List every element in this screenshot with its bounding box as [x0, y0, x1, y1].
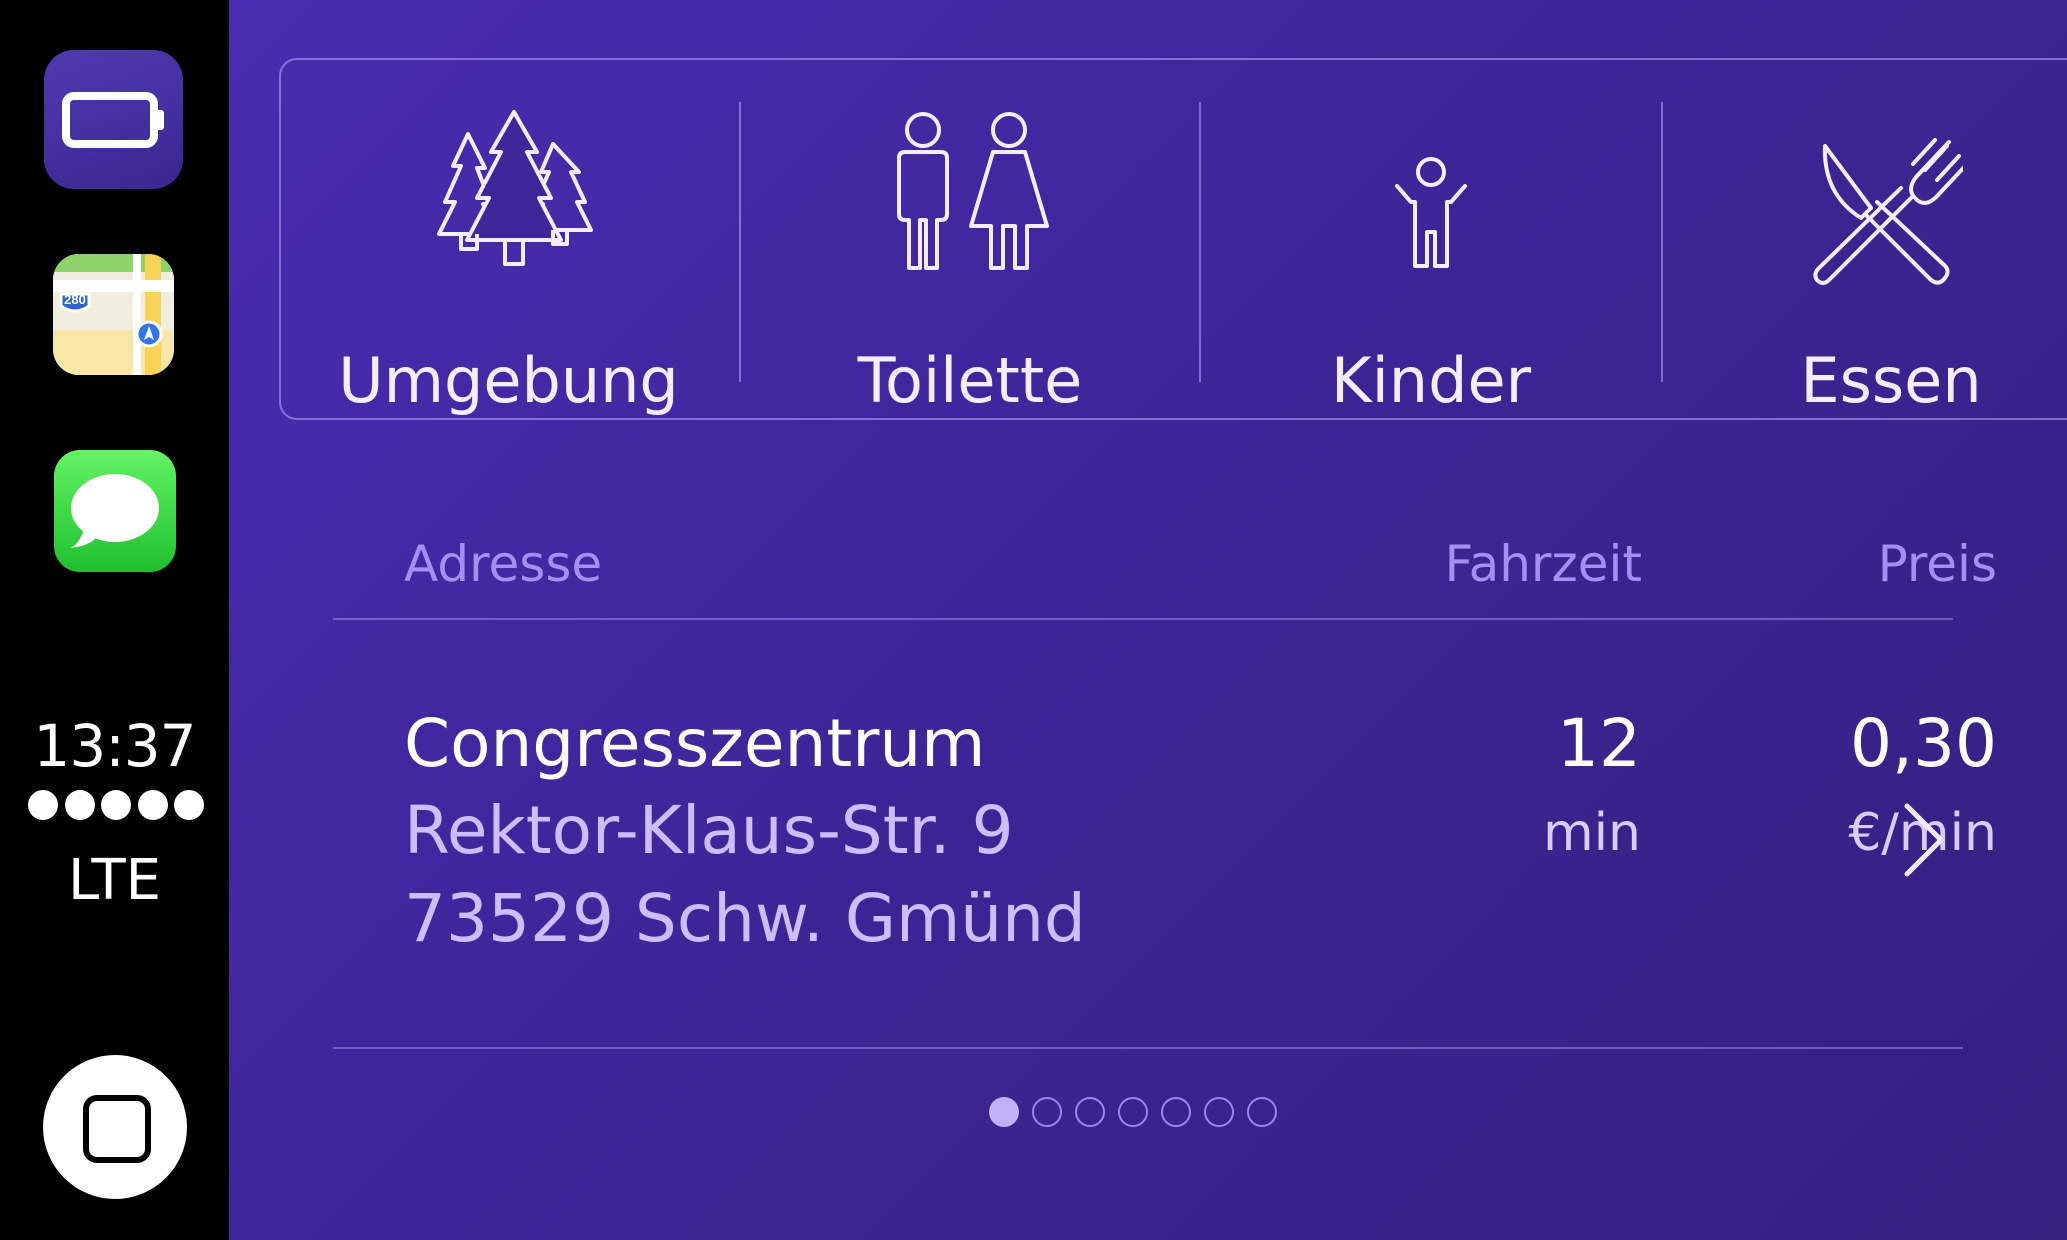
- home-button[interactable]: [43, 1055, 187, 1199]
- category-label: Toilette: [857, 344, 1083, 417]
- result-row[interactable]: Congresszentrum Rektor-Klaus-Str. 9 7352…: [229, 620, 2067, 1040]
- toilet-icon: [897, 112, 1049, 270]
- page-dot[interactable]: [1032, 1097, 1062, 1127]
- page-dot[interactable]: [1161, 1097, 1191, 1127]
- page-dot[interactable]: [1204, 1097, 1234, 1127]
- maps-app-button[interactable]: 280: [53, 254, 174, 375]
- category-kinder-button[interactable]: Kinder: [1201, 60, 1661, 422]
- battery-app-button[interactable]: [44, 50, 183, 189]
- messages-app-button[interactable]: [54, 450, 176, 572]
- location-name: Congresszentrum: [404, 705, 986, 782]
- category-label: Umgebung: [338, 344, 679, 417]
- page-dot[interactable]: [1247, 1097, 1277, 1127]
- signal-dot: [174, 790, 204, 820]
- chevron-right-icon[interactable]: [1899, 800, 1949, 880]
- cutlery-icon: [1813, 138, 1963, 285]
- page-dot[interactable]: [1075, 1097, 1105, 1127]
- maps-shield-number: 280: [64, 292, 86, 307]
- status-clock: 13:37: [33, 712, 196, 780]
- signal-dot: [137, 790, 168, 820]
- location-city: 73529 Schw. Gmünd: [404, 880, 1086, 957]
- maps-icon: 280: [53, 254, 174, 375]
- header-time: Fahrzeit: [1444, 535, 1642, 593]
- category-essen-button[interactable]: Essen: [1663, 60, 2067, 422]
- signal-dot: [28, 790, 58, 820]
- child-icon: [1395, 157, 1467, 268]
- header-price: Preis: [1877, 535, 1997, 593]
- network-type: LTE: [67, 848, 162, 913]
- page-indicator: [989, 1097, 1277, 1127]
- category-label: Essen: [1800, 344, 1982, 417]
- page-dot-active[interactable]: [989, 1097, 1019, 1127]
- carplay-sidebar: 280 13:37 LTE: [0, 0, 229, 1240]
- signal-strength: [28, 790, 204, 822]
- category-label: Kinder: [1330, 344, 1532, 417]
- messages-icon: [70, 474, 159, 548]
- category-toilette-button[interactable]: Toilette: [741, 60, 1199, 422]
- price-value: 0,30: [1850, 705, 1997, 782]
- drive-time-value: 12: [1557, 705, 1641, 782]
- trees-icon: [437, 110, 593, 266]
- home-square-icon: [83, 1095, 151, 1163]
- row-divider: [333, 1047, 1963, 1049]
- page-dot[interactable]: [1118, 1097, 1148, 1127]
- category-bar: Umgebung Toilette Kinder Essen: [279, 58, 2067, 420]
- signal-dot: [64, 790, 95, 820]
- battery-icon: [62, 92, 164, 148]
- main-panel: Umgebung Toilette Kinder Essen Adresse F…: [229, 0, 2067, 1240]
- location-street: Rektor-Klaus-Str. 9: [404, 792, 1014, 869]
- category-umgebung-button[interactable]: Umgebung: [281, 60, 736, 422]
- header-address: Adresse: [404, 535, 603, 593]
- signal-dot: [101, 790, 131, 820]
- drive-time-unit: min: [1542, 803, 1641, 863]
